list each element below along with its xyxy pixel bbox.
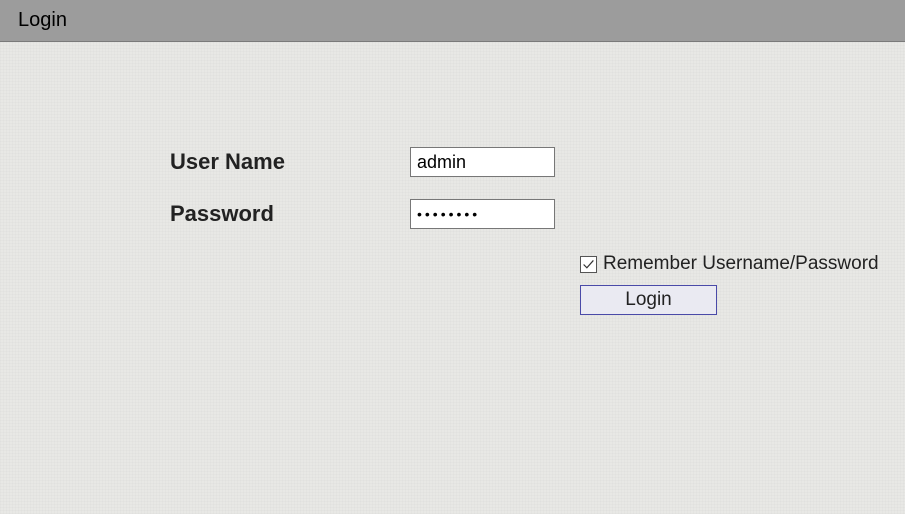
button-row: Login	[580, 285, 905, 315]
password-input[interactable]	[410, 199, 555, 229]
remember-row: Remember Username/Password	[580, 253, 905, 275]
login-button[interactable]: Login	[580, 285, 717, 315]
header-bar: Login	[0, 0, 905, 42]
username-label: User Name	[170, 149, 410, 175]
remember-checkbox[interactable]	[580, 256, 597, 273]
checkmark-icon	[582, 258, 595, 271]
login-form: User Name Password Remember Username/Pas…	[0, 42, 905, 315]
remember-label: Remember Username/Password	[603, 253, 879, 275]
username-row: User Name	[170, 147, 905, 177]
password-label: Password	[170, 201, 410, 227]
username-input[interactable]	[410, 147, 555, 177]
password-row: Password	[170, 199, 905, 229]
page-title: Login	[18, 9, 67, 32]
